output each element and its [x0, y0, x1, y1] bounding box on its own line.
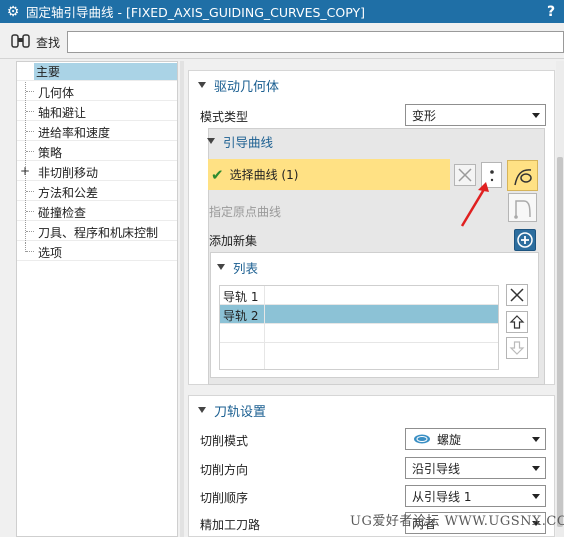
tree-item-options[interactable]: 选项: [17, 242, 177, 261]
search-label: 查找: [36, 36, 61, 50]
tree-item-label: 主要: [34, 63, 177, 80]
drive-geometry-header[interactable]: 驱动几何体: [198, 74, 279, 96]
pane-splitter[interactable]: [180, 61, 184, 537]
list-title: 列表: [233, 260, 259, 276]
list-row: [220, 324, 498, 343]
cut-order-label: 切削顺序: [200, 491, 249, 505]
collapse-triangle-icon: [207, 138, 215, 144]
binoculars-icon: [11, 34, 30, 48]
cut-order-value: 从引导线 1: [412, 489, 472, 504]
cut-mode-select[interactable]: 螺旋: [405, 428, 546, 450]
help-button[interactable]: ?: [538, 4, 564, 20]
finish-pass-label: 精加工刀路: [200, 518, 261, 532]
cut-order-select[interactable]: 从引导线 1: [405, 485, 546, 507]
close-icon: [510, 288, 524, 302]
search-input[interactable]: [67, 31, 564, 53]
add-new-set-label: 添加新集: [209, 234, 258, 248]
expand-plus-icon[interactable]: +: [20, 164, 30, 178]
spiral-icon: [414, 434, 430, 444]
tree-item-label: 进给率和速度: [38, 126, 111, 140]
remove-button[interactable]: [506, 284, 528, 306]
toolpath-settings-header[interactable]: 刀轨设置: [198, 399, 266, 421]
list-row-name: 导轨 2: [220, 305, 265, 324]
chevron-down-icon: [532, 437, 540, 442]
title-bar: ⚙ 固定轴引导曲线 - [FIXED_AXIS_GUIDING_CURVES_C…: [0, 0, 564, 23]
search-bar: 查找: [0, 23, 564, 59]
tree-item-main[interactable]: 主要: [17, 62, 177, 81]
checkmark-icon: ✔: [211, 165, 224, 184]
tree-item-label: 非切削移动: [38, 166, 99, 180]
tree-item-tool-program-machine[interactable]: 刀具、程序和机床控制: [17, 222, 177, 241]
list-row: [220, 343, 498, 369]
add-new-set-button[interactable]: [514, 229, 536, 251]
cut-mode-label: 切削模式: [200, 434, 249, 448]
gear-icon: ⚙: [6, 3, 20, 20]
list-row[interactable]: 导轨 1: [220, 286, 498, 305]
collapse-triangle-icon: [198, 407, 206, 413]
tree-item-geometry[interactable]: 几何体: [17, 82, 177, 101]
tree-item-feeds-speeds[interactable]: 进给率和速度: [17, 122, 177, 141]
arrow-up-icon: [509, 315, 525, 329]
tree-item-label: 策略: [38, 146, 63, 160]
tree-item-label: 方法和公差: [38, 186, 99, 200]
cut-direction-value: 沿引导线: [412, 461, 461, 476]
origin-curve-label: 指定原点曲线: [209, 205, 282, 219]
tree-item-label: 刀具、程序和机床控制: [38, 226, 159, 240]
collapse-triangle-icon: [217, 264, 225, 270]
tree-item-method-tolerance[interactable]: 方法和公差: [17, 182, 177, 201]
group-title: 引导曲线: [223, 134, 274, 150]
tree-item-label: 碰撞检查: [38, 206, 87, 220]
curve-icon: [513, 168, 532, 185]
select-curve-row[interactable]: ✔ 选择曲线 (1): [208, 159, 450, 190]
scrollbar-thumb[interactable]: [557, 157, 563, 527]
tree-item-label: 选项: [38, 246, 63, 260]
collapse-triangle-icon: [198, 82, 206, 88]
origin-curve-button[interactable]: [508, 193, 537, 222]
vertical-scrollbar[interactable]: [556, 61, 564, 537]
section-title: 驱动几何体: [214, 79, 280, 95]
annotation-arrow-icon: [460, 182, 489, 227]
arrow-down-icon: [509, 341, 525, 355]
tree-item-non-cutting-moves[interactable]: + 非切削移动: [17, 162, 177, 181]
list-row-name: 导轨 1: [220, 286, 265, 305]
list-header[interactable]: 列表: [217, 256, 258, 278]
chevron-down-icon: [532, 113, 540, 118]
section-title: 刀轨设置: [214, 404, 267, 420]
mode-type-value: 变形: [412, 108, 437, 123]
cut-mode-value: 螺旋: [437, 432, 462, 447]
curve-select-button[interactable]: [507, 160, 538, 191]
list-row[interactable]: 导轨 2: [220, 305, 498, 324]
window-title: 固定轴引导曲线 - [FIXED_AXIS_GUIDING_CURVES_COP…: [26, 5, 366, 20]
chevron-down-icon: [532, 494, 540, 499]
tree-item-axis-avoidance[interactable]: 轴和避让: [17, 102, 177, 121]
tree-item-strategy[interactable]: 策略: [17, 142, 177, 161]
cut-direction-label: 切削方向: [200, 463, 249, 477]
chevron-down-icon: [532, 466, 540, 471]
tree-item-label: 几何体: [38, 86, 75, 100]
plus-circle-icon: [517, 232, 533, 248]
select-curve-label: 选择曲线 (1): [229, 168, 299, 182]
tree-item-collision-check[interactable]: 碰撞检查: [17, 202, 177, 221]
navigation-tree: 主要 几何体 轴和避让 进给率和速度 策略 + 非切削移动 方法和公差 碰撞检查…: [16, 61, 178, 537]
mode-type-select[interactable]: 变形: [405, 104, 546, 126]
cut-direction-select[interactable]: 沿引导线: [405, 457, 546, 479]
move-down-button[interactable]: [506, 337, 528, 359]
guide-curves-header[interactable]: 引导曲线: [207, 130, 273, 152]
tree-item-label: 轴和避让: [38, 106, 87, 120]
watermark-text: UG爱好者论坛 WWW.UGSNX.COM: [350, 514, 564, 529]
guide-list-table: 导轨 1 导轨 2: [219, 285, 499, 370]
mode-type-label: 模式类型: [200, 110, 249, 124]
corner-curve-icon: [513, 199, 531, 219]
move-up-button[interactable]: [506, 311, 528, 333]
